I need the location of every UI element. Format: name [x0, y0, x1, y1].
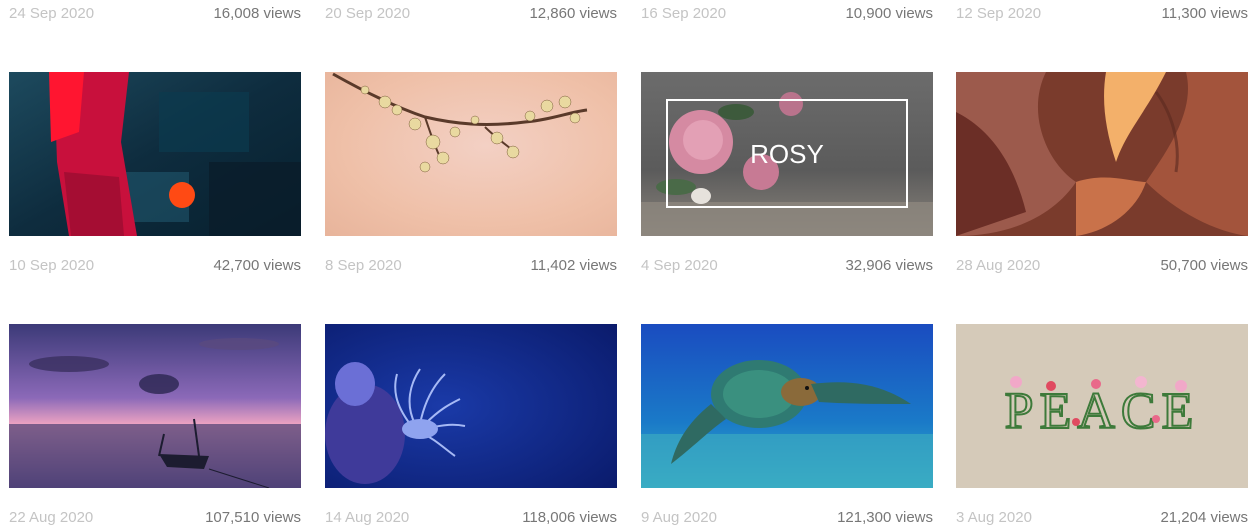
abstract-paint-image[interactable]	[9, 72, 301, 236]
card-date: 22 Aug 2020	[9, 508, 94, 526]
card-views: 121,300 views	[837, 508, 933, 526]
card-views: 50,700 views	[1160, 256, 1248, 274]
gallery-card[interactable]: 9 Aug 2020 121,300 views	[641, 324, 933, 528]
card-views: 11,300 views	[1161, 4, 1248, 22]
card-date: 12 Sep 2020	[956, 4, 1042, 22]
card-meta: 22 Aug 2020 107,510 views	[9, 507, 301, 527]
card-meta: 4 Sep 2020 32,906 views	[641, 255, 933, 275]
card-meta: 16 Sep 2020 10,900 views	[641, 3, 933, 23]
card-meta: 20 Sep 2020 12,860 views	[325, 3, 617, 23]
card-meta: 12 Sep 2020 11,300 views	[956, 3, 1248, 23]
card-date: 16 Sep 2020	[641, 4, 727, 22]
card-views: 21,204 views	[1160, 508, 1248, 526]
card-views: 11,402 views	[530, 256, 617, 274]
peace-word: PEACE	[1005, 383, 1200, 440]
card-views: 118,006 views	[522, 508, 617, 526]
cherry-blossom-art	[325, 72, 617, 236]
cherry-blossom-image[interactable]	[325, 72, 617, 236]
card-views: 12,860 views	[529, 4, 617, 22]
card-date: 14 Aug 2020	[325, 508, 410, 526]
sunset-boat-art	[9, 324, 301, 488]
gallery-card[interactable]: 16 Sep 2020 10,900 views	[641, 0, 933, 30]
card-date: 28 Aug 2020	[956, 256, 1041, 274]
sea-turtle-image[interactable]	[641, 324, 933, 488]
card-date: 24 Sep 2020	[9, 4, 95, 22]
card-date: 8 Sep 2020	[325, 256, 402, 274]
sea-turtle-art	[641, 324, 933, 488]
card-date: 10 Sep 2020	[9, 256, 95, 274]
sandstone-canyon-image[interactable]	[956, 72, 1248, 236]
photo-gallery: 24 Sep 2020 16,008 views 20 Sep 2020 12,…	[0, 0, 1255, 528]
sea-anemone-art	[325, 324, 617, 488]
card-meta: 10 Sep 2020 42,700 views	[9, 255, 301, 275]
gallery-card[interactable]: PEACE 3 Aug 2020 21,204 views	[956, 324, 1248, 528]
card-meta: 24 Sep 2020 16,008 views	[9, 3, 301, 23]
card-date: 4 Sep 2020	[641, 256, 718, 274]
card-views: 16,008 views	[213, 4, 301, 22]
card-meta: 9 Aug 2020 121,300 views	[641, 507, 933, 527]
gallery-card[interactable]: 22 Aug 2020 107,510 views	[9, 324, 301, 528]
gallery-card[interactable]: 20 Sep 2020 12,860 views	[325, 0, 617, 30]
rosy-image[interactable]: ROSY	[641, 72, 933, 236]
sunset-boat-image[interactable]	[9, 324, 301, 488]
card-meta: 8 Sep 2020 11,402 views	[325, 255, 617, 275]
peace-flowers-art: PEACE	[956, 324, 1248, 488]
rosy-art: ROSY	[641, 72, 933, 236]
card-views: 10,900 views	[845, 4, 933, 22]
sandstone-canyon-art	[956, 72, 1248, 236]
card-date: 20 Sep 2020	[325, 4, 411, 22]
abstract-paint-art	[9, 72, 301, 236]
gallery-card[interactable]: 10 Sep 2020 42,700 views	[9, 72, 301, 292]
gallery-card[interactable]: 14 Aug 2020 118,006 views	[325, 324, 617, 528]
card-date: 9 Aug 2020	[641, 508, 717, 526]
card-meta: 28 Aug 2020 50,700 views	[956, 255, 1248, 275]
sea-anemone-image[interactable]	[325, 324, 617, 488]
gallery-card[interactable]: 28 Aug 2020 50,700 views	[956, 72, 1248, 292]
card-meta: 14 Aug 2020 118,006 views	[325, 507, 617, 527]
peace-flowers-image[interactable]: PEACE	[956, 324, 1248, 488]
gallery-card[interactable]: 12 Sep 2020 11,300 views	[956, 0, 1248, 30]
gallery-card[interactable]: ROSY 4 Sep 2020 32,906 views	[641, 72, 933, 292]
card-date: 3 Aug 2020	[956, 508, 1032, 526]
card-views: 42,700 views	[213, 256, 301, 274]
card-meta: 3 Aug 2020 21,204 views	[956, 507, 1248, 527]
rosy-title: ROSY	[750, 139, 824, 169]
gallery-card[interactable]: 24 Sep 2020 16,008 views	[9, 0, 301, 30]
card-views: 107,510 views	[205, 508, 301, 526]
card-views: 32,906 views	[845, 256, 933, 274]
gallery-card[interactable]: 8 Sep 2020 11,402 views	[325, 72, 617, 292]
